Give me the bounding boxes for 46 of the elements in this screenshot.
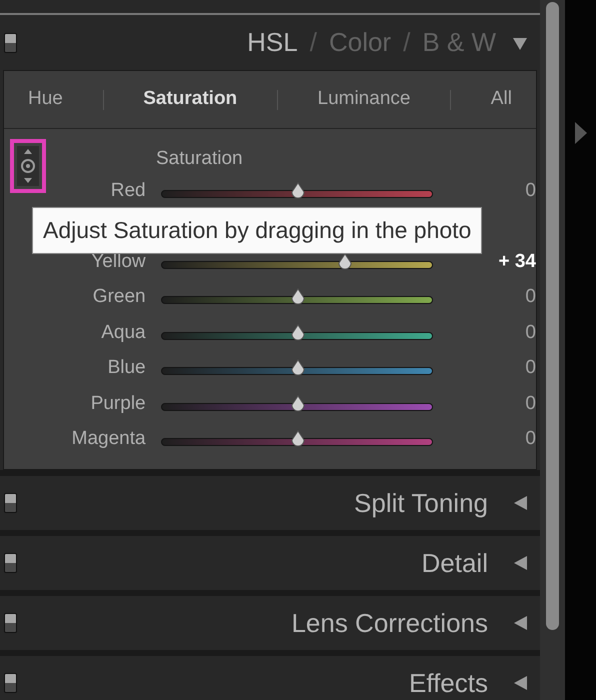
slider-label: Magenta — [70, 427, 146, 451]
tooltip: Adjust Saturation by dragging in the photo — [32, 207, 482, 254]
section-title[interactable]: Detail — [17, 544, 512, 582]
expand-triangle-icon[interactable] — [512, 615, 528, 631]
slider-label: Blue — [106, 356, 146, 380]
panel-switch-icon[interactable] — [4, 673, 17, 693]
title-separator: / — [310, 26, 317, 59]
expand-triangle-icon[interactable] — [512, 675, 528, 691]
slider-thumb[interactable] — [290, 394, 306, 413]
slider-thumb[interactable] — [290, 324, 306, 342]
slider-thumb[interactable] — [290, 182, 306, 200]
slider-value: + 34 — [497, 250, 536, 274]
right-triangle-icon[interactable] — [574, 122, 586, 144]
target-adjust-icon — [17, 146, 39, 186]
section-title[interactable]: Effects — [17, 664, 512, 700]
panel-switch-icon[interactable] — [4, 613, 17, 633]
group-label: Saturation — [156, 147, 243, 171]
expand-triangle-icon[interactable] — [512, 555, 528, 571]
panel-switch-icon[interactable] — [4, 553, 17, 573]
slider-label: Aqua — [100, 320, 146, 344]
slider-value: 0 — [524, 427, 536, 451]
slider-thumb[interactable] — [290, 430, 306, 448]
scrollbar-thumb[interactable] — [546, 2, 559, 630]
expand-triangle-icon[interactable] — [512, 495, 528, 511]
slider-thumb[interactable] — [336, 252, 353, 271]
slider-label: Red — [110, 178, 146, 202]
slider-label: Green — [92, 285, 146, 309]
slider-thumb[interactable] — [290, 359, 306, 378]
slider-value: 0 — [524, 356, 536, 380]
slider-value: 0 — [524, 285, 536, 309]
slider-value: 0 — [524, 392, 536, 416]
tab[interactable]: Hue — [28, 85, 63, 114]
target-tool-button[interactable] — [10, 139, 46, 193]
panel-title-tab[interactable]: HSL — [247, 23, 298, 62]
panel-switch-icon[interactable] — [4, 493, 17, 513]
section-title[interactable]: Split Toning — [17, 484, 512, 522]
slider-value: 0 — [524, 178, 536, 202]
title-separator: / — [403, 26, 410, 59]
panel-switch-icon[interactable] — [4, 32, 17, 52]
tab[interactable]: Luminance — [318, 85, 410, 114]
slider-thumb[interactable] — [290, 288, 306, 306]
tab[interactable]: All — [490, 85, 512, 114]
slider-label: Purple — [90, 392, 146, 416]
section-title[interactable]: Lens Corrections — [17, 604, 512, 642]
tab[interactable]: Saturation — [143, 85, 238, 114]
slider-value: 0 — [524, 320, 536, 344]
